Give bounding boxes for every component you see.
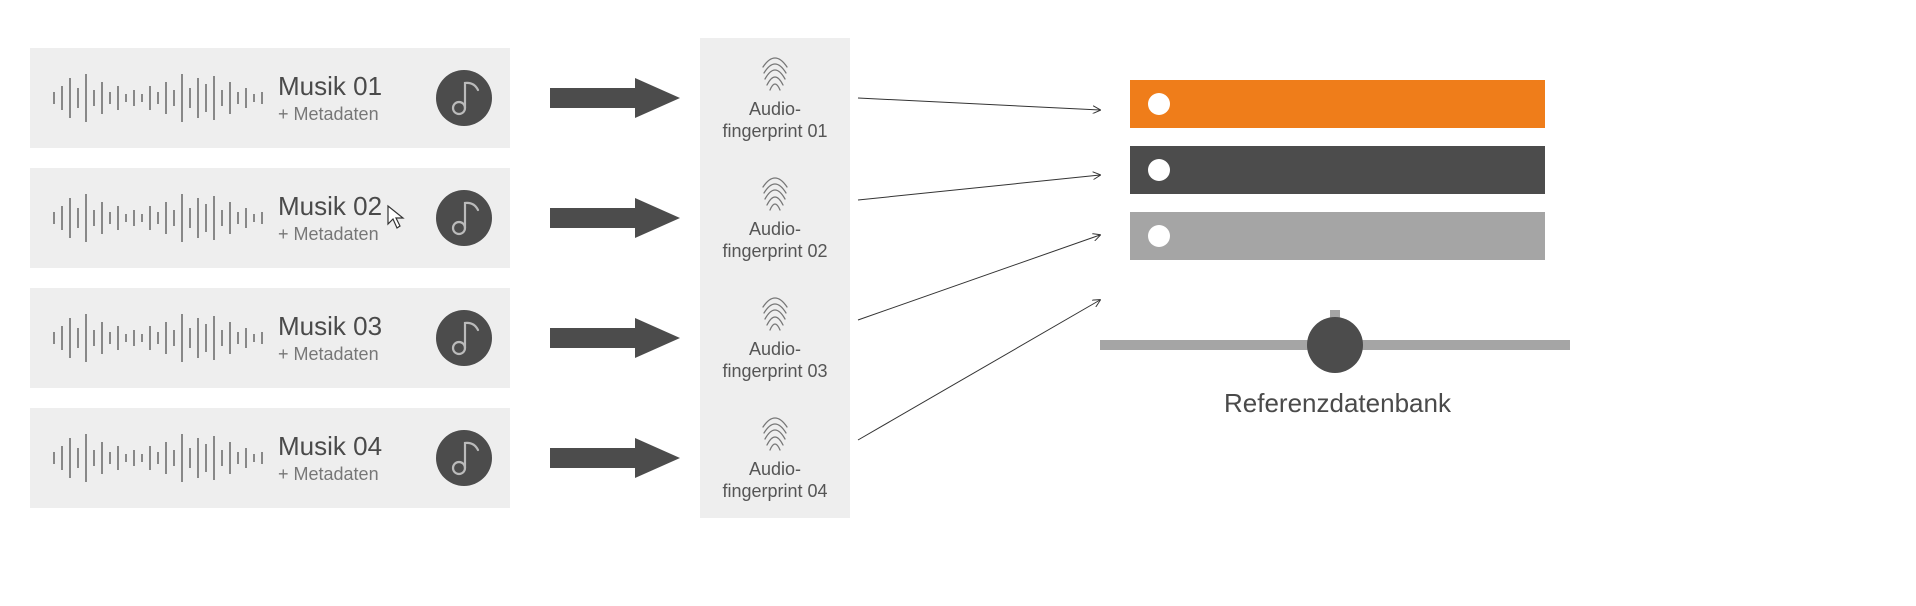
database-node-3 <box>1130 212 1545 260</box>
music-note-icon <box>434 308 494 368</box>
fingerprint-icon <box>758 53 792 93</box>
waveform-icon <box>50 188 270 248</box>
database-node-2 <box>1130 146 1545 194</box>
status-dot-icon <box>1148 225 1170 247</box>
arrow-right-icon <box>550 198 680 238</box>
fingerprint-card-04: Audio- fingerprint 04 <box>700 398 850 518</box>
music-subtitle: + Metadaten <box>278 104 434 125</box>
music-subtitle: + Metadaten <box>278 344 434 365</box>
fingerprint-label-line2: fingerprint 04 <box>722 481 827 503</box>
music-note-icon <box>434 428 494 488</box>
database-stand-icon <box>1100 310 1570 380</box>
arrow-right-icon <box>550 318 680 358</box>
music-title: Musik 04 <box>278 431 434 462</box>
music-card-labels: Musik 01 + Metadaten <box>270 71 434 125</box>
fingerprint-icon <box>758 413 792 453</box>
music-card-labels: Musik 04 + Metadaten <box>270 431 434 485</box>
waveform-icon <box>50 308 270 368</box>
fingerprint-card-03: Audio- fingerprint 03 <box>700 278 850 398</box>
music-note-icon <box>434 188 494 248</box>
arrow-right-icon <box>550 438 680 478</box>
music-subtitle: + Metadaten <box>278 464 434 485</box>
music-note-icon <box>434 68 494 128</box>
fingerprint-label-line1: Audio- <box>749 459 801 481</box>
fingerprint-label-line1: Audio- <box>749 339 801 361</box>
database-label: Referenzdatenbank <box>1130 388 1545 419</box>
fingerprint-card-01: Audio- fingerprint 01 <box>700 38 850 158</box>
fingerprint-label-line1: Audio- <box>749 219 801 241</box>
fingerprint-icon <box>758 173 792 213</box>
fingerprint-card-02: Audio- fingerprint 02 <box>700 158 850 278</box>
fingerprint-label-line2: fingerprint 01 <box>722 121 827 143</box>
music-card-03: Musik 03 + Metadaten <box>30 288 510 388</box>
fingerprint-label-line2: fingerprint 02 <box>722 241 827 263</box>
music-title: Musik 01 <box>278 71 434 102</box>
database-node-1 <box>1130 80 1545 128</box>
music-card-01: Musik 01 + Metadaten <box>30 48 510 148</box>
music-subtitle: + Metadaten <box>278 224 434 245</box>
waveform-icon <box>50 68 270 128</box>
status-dot-icon <box>1148 93 1170 115</box>
music-card-02: Musik 02 + Metadaten <box>30 168 510 268</box>
music-card-labels: Musik 02 + Metadaten <box>270 191 434 245</box>
database-stack <box>1130 80 1545 278</box>
music-card-labels: Musik 03 + Metadaten <box>270 311 434 365</box>
cursor-icon <box>386 204 406 230</box>
music-title: Musik 03 <box>278 311 434 342</box>
fingerprint-label-line1: Audio- <box>749 99 801 121</box>
arrow-right-icon <box>550 78 680 118</box>
music-card-04: Musik 04 + Metadaten <box>30 408 510 508</box>
waveform-icon <box>50 428 270 488</box>
fingerprint-label-line2: fingerprint 03 <box>722 361 827 383</box>
music-title: Musik 02 <box>278 191 434 222</box>
status-dot-icon <box>1148 159 1170 181</box>
fingerprint-icon <box>758 293 792 333</box>
